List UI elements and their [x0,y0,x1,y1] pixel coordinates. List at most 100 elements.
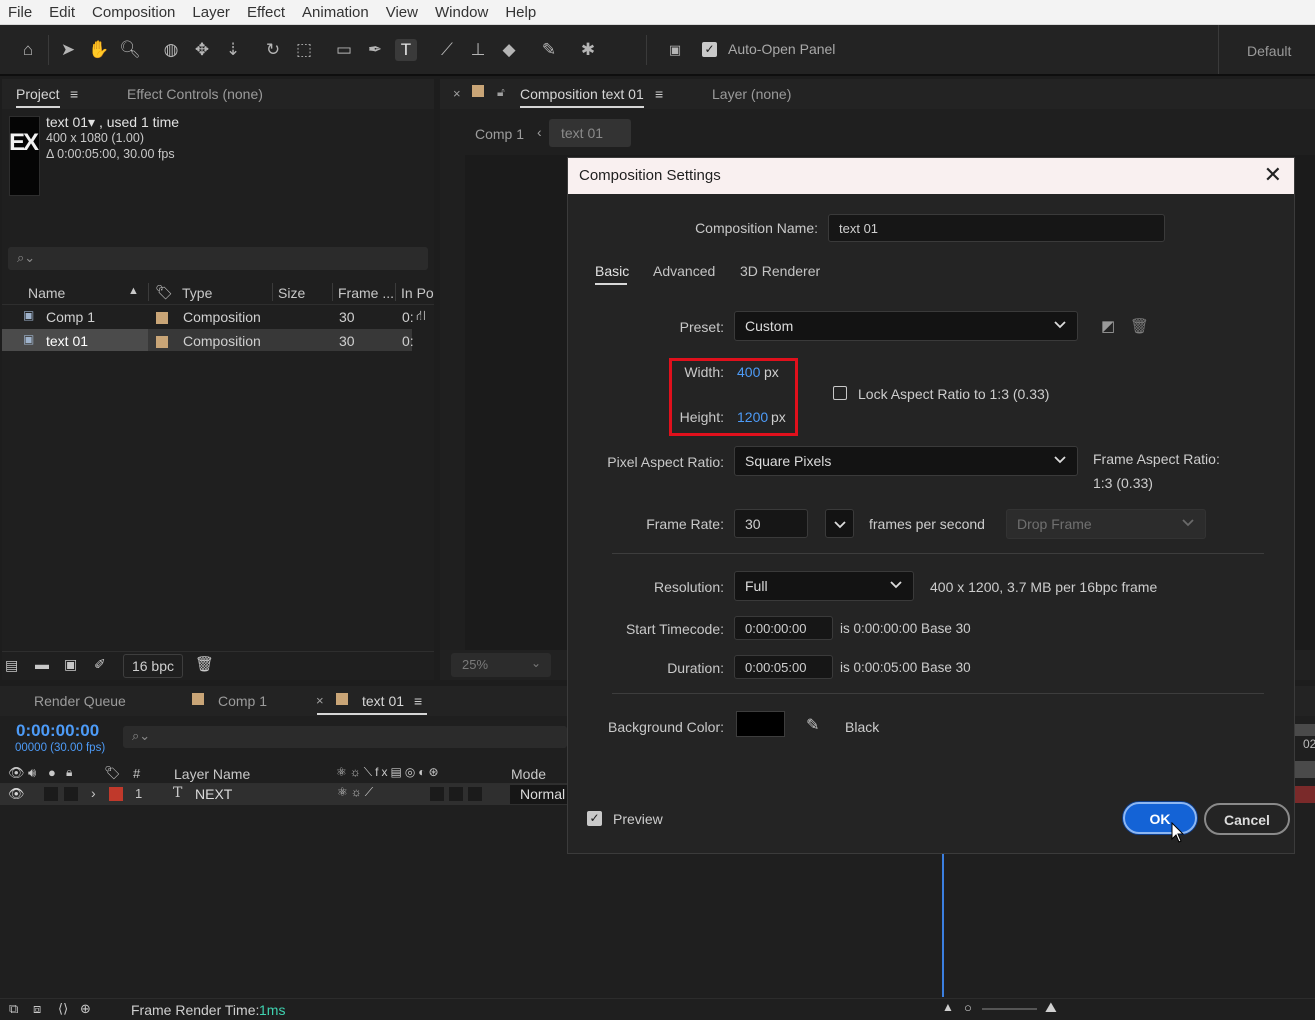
bit-depth-button[interactable]: 16 bpc [123,654,183,678]
label-color-swatch[interactable] [156,335,168,351]
adjust-settings-icon[interactable]: ✐ [94,656,106,673]
eraser-tool-icon[interactable]: ◆ [498,39,520,61]
menu-edit[interactable]: Edit [49,4,75,21]
panel-icon[interactable]: ▣ [664,39,686,61]
audio-icon[interactable]: 🔊︎ [28,765,36,781]
layer-label-color[interactable] [109,787,123,801]
project-row-selected[interactable]: ▣ text 01 Composition 30 0: [2,329,414,353]
sort-ascending-icon[interactable]: ▲ [128,285,139,297]
menu-window[interactable]: Window [435,4,488,21]
zoom-slider-track[interactable] [982,1008,1037,1010]
label-tag-icon[interactable]: 🏷︎ [104,765,121,781]
selected-item-info[interactable]: text 01▾ , used 1 time [46,114,179,131]
eyedropper-icon[interactable]: ✎ [806,715,819,735]
toggle-switches-icon[interactable]: ⧈ [33,1001,41,1017]
type-tool-icon[interactable]: T [395,39,417,61]
comp-flowchart-icon[interactable]: ⧉ [9,1001,18,1017]
home-icon[interactable]: ⌂ [17,39,39,61]
tab-basic[interactable]: Basic [595,263,629,279]
solo-icon[interactable]: ● [48,765,56,780]
interpret-footage-icon[interactable]: ▤ [5,657,18,674]
panel-menu-icon[interactable]: ≡ [655,86,663,102]
tab-comp1[interactable]: Comp 1 [218,693,267,709]
eye-icon[interactable]: 👁︎ [8,765,25,781]
height-value[interactable]: 1200 [737,409,768,425]
save-preset-icon[interactable]: ◩ [1101,317,1115,335]
layer-duration-bar[interactable] [1295,786,1315,803]
tab-advanced[interactable]: Advanced [653,263,715,279]
switch-toggle[interactable] [430,787,444,801]
zoom-in-icon[interactable]: ⛰ [1045,999,1057,1016]
tab-3d-renderer[interactable]: 3D Renderer [740,263,820,279]
background-color-swatch[interactable] [736,711,785,737]
switch-toggle[interactable] [449,787,463,801]
ok-button[interactable]: OK [1123,802,1197,834]
layer-switches-icons[interactable]: ⚛☼⟋ [337,785,376,800]
col-size[interactable]: Size [278,285,305,301]
pixel-aspect-dropdown[interactable]: Square Pixels [734,446,1078,476]
label-color-swatch[interactable] [156,311,168,327]
puppet-pin-tool-icon[interactable]: ✱ [577,39,599,61]
brush-tool-icon[interactable]: ⟋ [436,39,458,61]
tab-effect-controls[interactable]: Effect Controls (none) [127,86,263,102]
delete-preset-icon[interactable]: 🗑︎ [1130,317,1149,335]
lock-aspect-checkbox[interactable] [833,386,847,400]
rotate-tool-icon[interactable]: ↻ [262,39,284,61]
duration-input[interactable]: 0:00:05:00 [734,655,833,679]
zoom-slider-handle[interactable]: ○ [964,1000,972,1015]
toggle-transfer-icon[interactable]: ⟨⟩ [58,1001,68,1017]
frame-rate-dropdown[interactable] [825,509,854,538]
pen-tool-icon[interactable]: ✒ [364,39,386,61]
tab-composition-text01[interactable]: Composition text 01 [520,86,644,108]
auto-open-panel-checkbox[interactable]: ✓ [702,42,717,57]
tab-layer[interactable]: Layer (none) [712,86,791,102]
menu-file[interactable]: File [8,4,32,21]
lock-icon[interactable]: 🔓︎ [497,85,505,100]
menu-layer[interactable]: Layer [192,4,230,21]
zoom-dropdown[interactable]: 25% ⌄ [451,653,551,677]
tab-render-queue[interactable]: Render Queue [34,693,126,709]
blend-mode-dropdown[interactable]: Normal [510,785,567,804]
menu-composition[interactable]: Composition [92,4,175,21]
eye-icon[interactable]: 👁︎ [8,786,25,802]
breadcrumb-text01[interactable]: text 01 [549,119,631,147]
panel-menu-icon[interactable]: ≡ [70,86,78,102]
rectangle-tool-icon[interactable]: ▭ [333,39,355,61]
breadcrumb-comp1[interactable]: Comp 1 [475,126,524,142]
resolution-dropdown[interactable]: Full [734,571,914,601]
preset-dropdown[interactable]: Custom [734,311,1078,341]
switches-icons[interactable]: ⚛☼⟍fx▤◎◐⊛ [336,765,442,780]
pan-camera-icon[interactable]: ✥ [191,39,213,61]
close-tab-icon[interactable]: × [316,693,324,708]
col-in-point[interactable]: In Po [401,285,434,301]
timeline-search-input[interactable]: ⌕⌄ [123,726,567,748]
width-value[interactable]: 400 [737,364,760,380]
col-frame-rate[interactable]: Frame ... [338,285,394,301]
panel-menu-icon[interactable]: ≡ [414,693,422,709]
lock-icon[interactable]: 🔒︎ [66,765,72,780]
col-type[interactable]: Type [182,285,212,301]
layer-name[interactable]: NEXT [195,786,232,802]
menu-help[interactable]: Help [505,4,536,21]
menu-view[interactable]: View [386,4,418,21]
orbit-camera-icon[interactable]: ◍ [160,39,182,61]
menu-animation[interactable]: Animation [302,4,369,21]
chevron-right-icon[interactable]: › [91,785,96,801]
new-composition-icon[interactable]: ▣ [64,656,77,673]
roto-brush-tool-icon[interactable]: ✎ [538,39,560,61]
start-timecode-input[interactable]: 0:00:00:00 [734,616,833,640]
hand-tool-icon[interactable]: ✋ [88,39,110,61]
close-icon[interactable]: ✕ [1264,164,1282,186]
switch-toggle[interactable] [468,787,482,801]
audio-toggle[interactable] [44,787,58,801]
col-layer-name[interactable]: Layer Name [174,766,250,782]
current-time-indicator[interactable] [942,854,944,997]
label-tag-icon[interactable]: 🏷︎ [155,284,173,301]
work-area-bar[interactable] [1295,724,1315,736]
solo-toggle[interactable] [64,787,78,801]
new-folder-icon[interactable]: ▬ [35,656,49,672]
toggle-stretch-icon[interactable]: ⊕ [80,1001,91,1017]
cancel-button[interactable]: Cancel [1204,803,1290,835]
flowchart-icon[interactable]: ⛙ [416,307,426,326]
selection-tool-icon[interactable]: ➤ [57,39,79,61]
